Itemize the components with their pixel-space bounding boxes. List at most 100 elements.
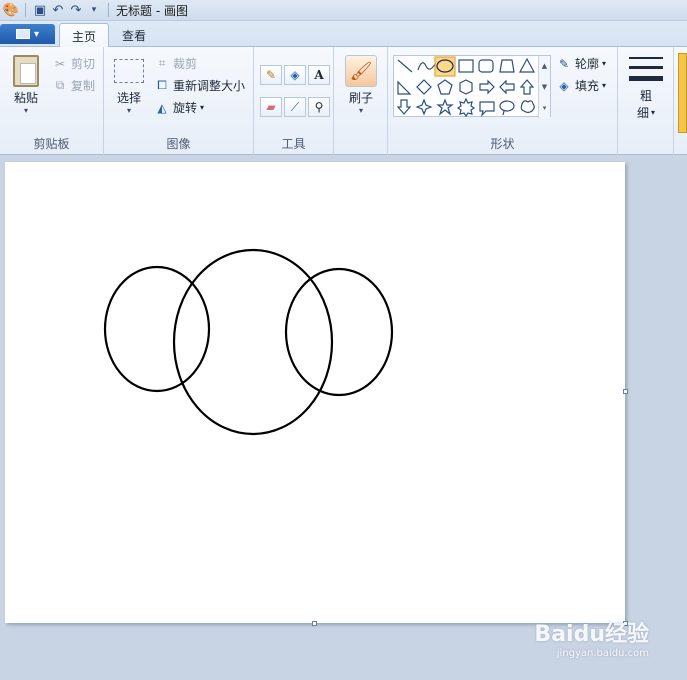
right-ellipse — [284, 267, 394, 397]
thin-line — [629, 57, 663, 59]
rotate-icon: ◭ — [157, 100, 167, 115]
clipboard-group: 粘贴 ▾ ✂ 剪切 ⧉ 复制 剪贴板 — [0, 47, 104, 155]
tab-home[interactable]: 主页 — [59, 23, 110, 48]
tab-view-label: 查看 — [122, 28, 147, 43]
chevron-down-icon: ▾ — [602, 59, 607, 68]
menu-document-icon — [15, 29, 30, 39]
workspace: Baidu经验 jingyan.baidu.com — [0, 155, 687, 680]
title-bar: 🎨 ▣ ↶ ↷ ▾ 无标题 - 画图 — [0, 0, 687, 21]
scroll-up-icon[interactable]: ▲ — [542, 62, 547, 70]
ribbon: 粘贴 ▾ ✂ 剪切 ⧉ 复制 剪贴板 选择 ▾ ⌗ 裁剪 ⧠ 重新调整大小 ◭ … — [0, 47, 687, 155]
cut-button[interactable]: ✂ 剪切 — [52, 55, 95, 72]
selection-icon — [114, 59, 144, 83]
copy-button[interactable]: ⧉ 复制 — [52, 77, 95, 94]
paste-label: 粘贴 — [13, 91, 38, 105]
brushes-group: 🖌 刷子 ▾ — [334, 47, 388, 155]
canvas-resize-handle-bottom[interactable] — [312, 621, 317, 626]
tab-view[interactable]: 查看 — [110, 23, 158, 47]
redo-icon[interactable]: ↷ — [67, 1, 85, 19]
magnifier-icon: ⚲ — [314, 100, 324, 114]
chevron-down-icon: ▾ — [23, 106, 28, 115]
canvas-drawing — [103, 248, 394, 436]
left-ellipse — [103, 265, 211, 393]
expand-gallery-icon[interactable]: ▾ — [543, 104, 547, 112]
fill-button[interactable]: ◈ 填充 ▾ — [556, 77, 606, 94]
brush-icon: 🖌 — [345, 55, 377, 87]
paste-button[interactable]: 粘贴 ▾ — [10, 55, 42, 115]
thick-line — [629, 76, 663, 81]
chevron-down-icon: ▾ — [200, 103, 205, 112]
eyedropper-icon: ⟋ — [290, 99, 300, 114]
rotate-button[interactable]: ◭ 旋转 ▾ — [154, 99, 204, 116]
canvas-resize-handle-right[interactable] — [623, 389, 628, 394]
quick-access-toolbar: 🎨 ▣ ↶ ↷ ▾ — [0, 0, 114, 21]
outline-button[interactable]: ✎ 轮廓 ▾ — [556, 55, 606, 72]
qat-separator — [108, 3, 109, 17]
text-icon: A — [314, 68, 324, 82]
qat-separator — [25, 3, 26, 17]
cut-label: 剪切 — [71, 57, 96, 71]
paint-menu-button[interactable]: ▾ — [0, 24, 55, 44]
shapes-gallery-icons — [396, 56, 536, 118]
line-thickness-icon — [629, 57, 663, 81]
drawing-canvas[interactable] — [5, 162, 625, 623]
select-label: 选择 — [116, 91, 141, 105]
brushes-label: 刷子 — [348, 91, 373, 105]
outline-icon: ✎ — [558, 56, 570, 71]
watermark-logo: Baidu经验 — [534, 622, 649, 647]
shapes-scrollbar[interactable]: ▲ ▼ ▾ — [538, 56, 550, 118]
fill-tool[interactable]: ◈ — [284, 65, 306, 85]
pencil-icon: ✎ — [265, 68, 277, 82]
fill-label: 填充 — [575, 79, 600, 93]
tab-home-label: 主页 — [72, 29, 97, 44]
brushes-button[interactable]: 🖌 刷子 ▾ — [344, 55, 378, 115]
resize-icon: ⧠ — [157, 78, 167, 92]
outline-label: 轮廓 — [575, 57, 600, 71]
tools-group-label: 工具 — [281, 137, 306, 151]
rotate-label: 旋转 — [173, 101, 198, 115]
resize-label: 重新调整大小 — [173, 79, 246, 93]
magnifier-tool[interactable]: ⚲ — [308, 97, 330, 117]
select-button[interactable]: 选择 ▾ — [112, 59, 146, 115]
paste-icon — [13, 55, 39, 87]
size-label-line2: 细 — [636, 106, 649, 120]
ribbon-tab-row: ▾ 主页 查看 — [0, 21, 687, 48]
size-button[interactable]: 粗 细 ▾ — [628, 57, 664, 121]
fill-bucket-icon: ◈ — [559, 78, 569, 93]
watermark-url: jingyan.baidu.com — [556, 648, 649, 659]
scroll-down-icon[interactable]: ▼ — [542, 83, 547, 91]
medium-line — [629, 66, 663, 69]
size-label-line1: 粗 — [639, 89, 652, 103]
chevron-down-icon: ▾ — [33, 28, 40, 40]
resize-button[interactable]: ⧠ 重新调整大小 — [154, 77, 245, 94]
crop-button[interactable]: ⌗ 裁剪 — [154, 55, 197, 72]
undo-icon[interactable]: ↶ — [49, 1, 67, 19]
chevron-down-icon: ▾ — [358, 106, 363, 115]
paint-bucket-icon: ◈ — [290, 68, 300, 82]
save-icon[interactable]: ▣ — [31, 1, 49, 19]
customize-qat-icon[interactable]: ▾ — [85, 1, 103, 19]
eraser-icon: ▰ — [266, 100, 276, 114]
shapes-gallery: ▲ ▼ ▾ — [393, 55, 551, 118]
crop-label: 裁剪 — [173, 57, 198, 71]
image-group: 选择 ▾ ⌗ 裁剪 ⧠ 重新调整大小 ◭ 旋转 ▾ 图像 — [104, 47, 254, 155]
size-group: 粗 细 ▾ — [618, 47, 674, 155]
clipboard-group-label: 剪贴板 — [33, 137, 70, 151]
image-group-label: 图像 — [166, 137, 191, 151]
shapes-group-label: 形状 — [490, 137, 515, 151]
eraser-tool[interactable]: ▰ — [260, 97, 282, 117]
color-picker-tool[interactable]: ⟋ — [284, 97, 306, 117]
pencil-tool[interactable]: ✎ — [260, 65, 282, 85]
chevron-down-icon: ▾ — [602, 81, 607, 90]
chevron-down-icon: ▾ — [651, 108, 656, 117]
scissors-icon: ✂ — [54, 56, 66, 71]
text-tool[interactable]: A — [308, 65, 330, 85]
chevron-down-icon: ▾ — [126, 106, 131, 115]
color-1-swatch[interactable] — [678, 53, 687, 133]
copy-icon: ⧉ — [55, 78, 65, 92]
tools-group: ✎ ◈ A ▰ ⟋ ⚲ 工具 — [254, 47, 334, 155]
center-ellipse — [172, 248, 334, 436]
window-title: 无标题 - 画图 — [116, 3, 188, 18]
paint-app-icon[interactable]: 🎨 — [2, 1, 20, 19]
copy-label: 复制 — [71, 79, 96, 93]
